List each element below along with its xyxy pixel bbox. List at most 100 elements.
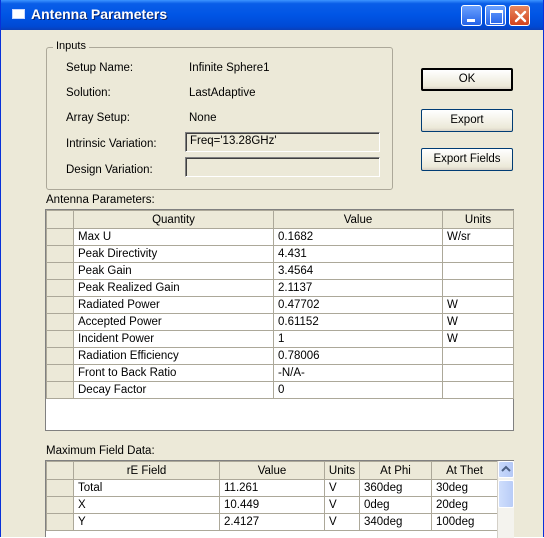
row-header[interactable] [46, 330, 74, 348]
units-cell[interactable]: V [324, 496, 360, 514]
row-header[interactable] [46, 313, 74, 331]
row-header[interactable] [46, 228, 74, 246]
col-header-quantity[interactable]: Quantity [73, 210, 274, 229]
table-row[interactable]: Radiated Power 0.47702 W [46, 296, 514, 314]
units-cell[interactable]: W [442, 313, 514, 331]
close-button[interactable] [509, 5, 530, 26]
quantity-cell[interactable]: Incident Power [73, 330, 274, 348]
row-header[interactable] [46, 381, 74, 399]
value-cell[interactable]: 10.449 [219, 496, 325, 514]
table-row[interactable]: Radiation Efficiency 0.78006 [46, 347, 514, 365]
quantity-cell[interactable]: Max U [73, 228, 274, 246]
units-cell[interactable] [442, 279, 514, 297]
table-row[interactable]: Y 2.4127 V 340deg 100deg [46, 513, 498, 531]
value-cell[interactable]: 2.1137 [273, 279, 443, 297]
table-row[interactable]: Peak Gain 3.4564 [46, 262, 514, 280]
value-cell[interactable]: 1 [273, 330, 443, 348]
units-cell[interactable] [442, 262, 514, 280]
table-row[interactable]: Front to Back Ratio -N/A- [46, 364, 514, 382]
phi-cell[interactable]: 0deg [359, 496, 432, 514]
maximize-button[interactable] [485, 5, 506, 26]
intrinsic-variation-label: Intrinsic Variation: [66, 138, 157, 150]
minimize-button[interactable] [461, 5, 482, 26]
row-header[interactable] [46, 479, 74, 497]
value-cell[interactable]: 0.47702 [273, 296, 443, 314]
value-cell[interactable]: 11.261 [219, 479, 325, 497]
quantity-cell[interactable]: Front to Back Ratio [73, 364, 274, 382]
quantity-cell[interactable]: Peak Gain [73, 262, 274, 280]
col-header-value[interactable]: Value [219, 461, 325, 480]
col-header-value[interactable]: Value [273, 210, 443, 229]
title-bar[interactable]: Antenna Parameters [1, 0, 543, 30]
phi-cell[interactable]: 340deg [359, 513, 432, 531]
row-header[interactable] [46, 364, 74, 382]
value-cell[interactable]: 0.61152 [273, 313, 443, 331]
close-icon [514, 10, 527, 23]
row-header[interactable] [46, 262, 74, 280]
setup-name-label: Setup Name: [66, 62, 134, 74]
units-cell[interactable]: W/sr [442, 228, 514, 246]
value-cell[interactable]: -N/A- [273, 364, 443, 382]
antenna-parameters-grid[interactable]: Quantity Value Units Max U 0.1682 W/sr P… [45, 209, 514, 431]
col-header-units[interactable]: Units [324, 461, 360, 480]
table-row[interactable]: Max U 0.1682 W/sr [46, 228, 514, 246]
quantity-cell[interactable]: Decay Factor [73, 381, 274, 399]
scroll-thumb[interactable] [498, 480, 514, 508]
chevron-up-icon [501, 465, 511, 472]
units-cell[interactable] [442, 364, 514, 382]
table-row[interactable]: Peak Directivity 4.431 [46, 245, 514, 263]
table-row[interactable]: Incident Power 1 W [46, 330, 514, 348]
field-data-scrollbar[interactable] [497, 461, 514, 538]
export-fields-button[interactable]: Export Fields [421, 148, 513, 171]
units-cell[interactable]: W [442, 296, 514, 314]
row-header[interactable] [46, 296, 74, 314]
value-cell[interactable]: 4.431 [273, 245, 443, 263]
quantity-cell[interactable]: Radiation Efficiency [73, 347, 274, 365]
units-cell[interactable] [442, 381, 514, 399]
field-cell[interactable]: Y [73, 513, 220, 531]
quantity-cell[interactable]: Radiated Power [73, 296, 274, 314]
units-cell[interactable] [442, 347, 514, 365]
table-row[interactable]: Total 11.261 V 360deg 30deg [46, 479, 498, 497]
quantity-cell[interactable]: Peak Directivity [73, 245, 274, 263]
value-cell[interactable]: 3.4564 [273, 262, 443, 280]
value-cell[interactable]: 0 [273, 381, 443, 399]
design-variation-label: Design Variation: [66, 164, 153, 176]
value-cell[interactable]: 0.1682 [273, 228, 443, 246]
units-cell[interactable]: V [324, 513, 360, 531]
ok-button[interactable]: OK [421, 68, 513, 91]
row-header[interactable] [46, 347, 74, 365]
field-cell[interactable]: X [73, 496, 220, 514]
units-cell[interactable]: V [324, 479, 360, 497]
intrinsic-variation-field[interactable]: Freq='13.28GHz' [185, 132, 380, 152]
theta-cell[interactable]: 100deg [431, 513, 498, 531]
col-header-re-field[interactable]: rE Field [73, 461, 220, 480]
quantity-cell[interactable]: Accepted Power [73, 313, 274, 331]
theta-cell[interactable]: 20deg [431, 496, 498, 514]
col-header-at-phi[interactable]: At Phi [359, 461, 432, 480]
theta-cell[interactable]: 30deg [431, 479, 498, 497]
units-cell[interactable] [442, 245, 514, 263]
table-row[interactable]: Peak Realized Gain 2.1137 [46, 279, 514, 297]
col-header-at-theta[interactable]: At Thet [431, 461, 498, 480]
row-header[interactable] [46, 279, 74, 297]
col-header-units[interactable]: Units [442, 210, 514, 229]
table-row[interactable]: Decay Factor 0 [46, 381, 514, 399]
field-cell[interactable]: Total [73, 479, 220, 497]
table-row[interactable]: Accepted Power 0.61152 W [46, 313, 514, 331]
maximum-field-data-grid[interactable]: rE Field Value Units At Phi At Thet Tota… [45, 460, 514, 538]
row-header[interactable] [46, 513, 74, 531]
quantity-cell[interactable]: Peak Realized Gain [73, 279, 274, 297]
value-cell[interactable]: 2.4127 [219, 513, 325, 531]
row-header[interactable] [46, 245, 74, 263]
window-icon [12, 9, 25, 19]
units-cell[interactable]: W [442, 330, 514, 348]
value-cell[interactable]: 0.78006 [273, 347, 443, 365]
scroll-up-button[interactable] [498, 461, 514, 478]
export-button[interactable]: Export [421, 109, 513, 132]
design-variation-field[interactable] [185, 157, 380, 177]
array-setup-value: None [189, 112, 217, 124]
phi-cell[interactable]: 360deg [359, 479, 432, 497]
row-header[interactable] [46, 496, 74, 514]
table-row[interactable]: X 10.449 V 0deg 20deg [46, 496, 498, 514]
